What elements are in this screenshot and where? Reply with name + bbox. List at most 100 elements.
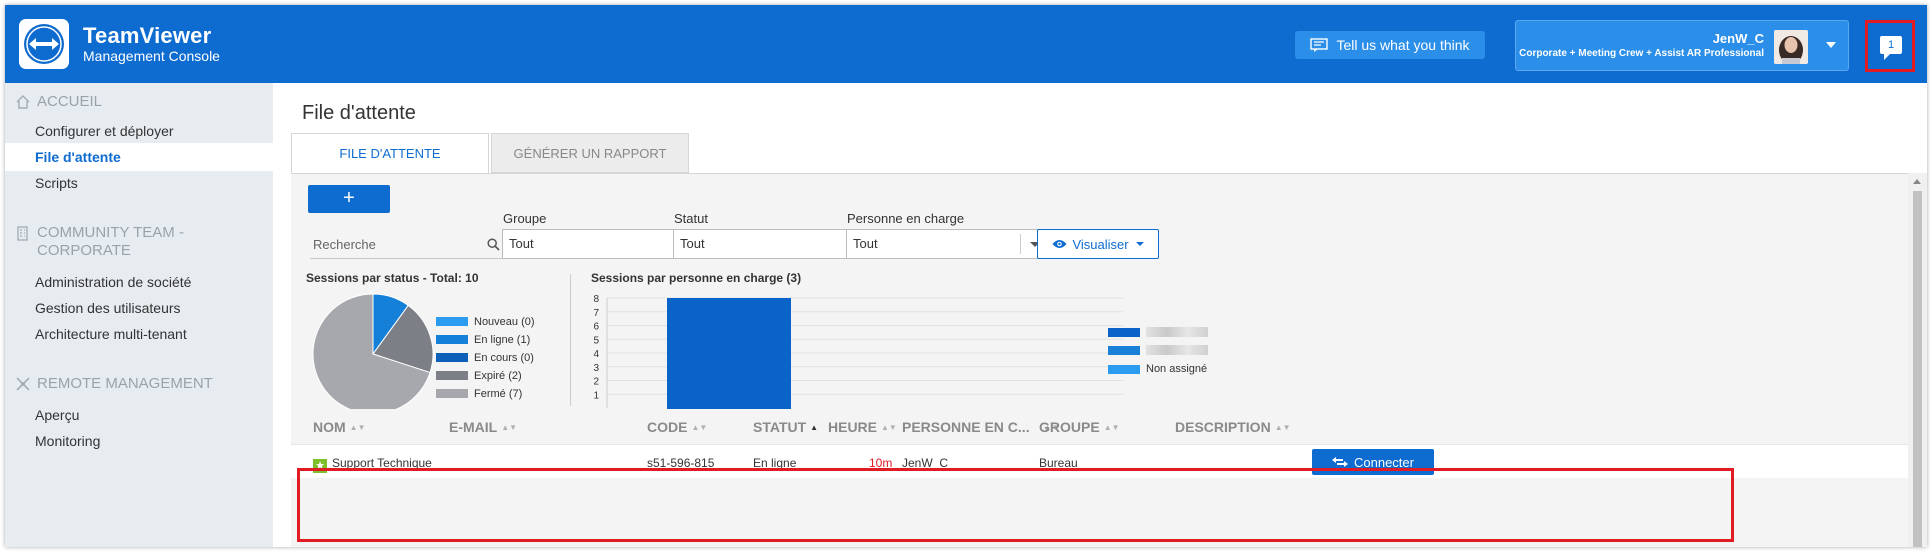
sidebar-section-community: COMMUNITY TEAM - CORPORATE bbox=[15, 224, 215, 260]
sort-icon: ▲▼ bbox=[349, 423, 366, 432]
pie-legend-item[interactable]: Nouveau (0) bbox=[436, 315, 535, 328]
legend-label: En cours (0) bbox=[474, 351, 534, 364]
sessions-assignee-bar-chart: 1 2 3 4 5 6 7 8 bbox=[593, 294, 1123, 412]
scrollbar-thumb[interactable] bbox=[1913, 191, 1922, 547]
column-description[interactable]: DESCRIPTION ▲▼ bbox=[1175, 419, 1291, 435]
visualiser-button[interactable]: Visualiser bbox=[1037, 229, 1159, 259]
swap-arrows-icon bbox=[1332, 457, 1348, 467]
home-icon bbox=[16, 95, 30, 109]
filter-label-groupe: Groupe bbox=[503, 211, 547, 226]
pie-legend-item[interactable]: En cours (0) bbox=[436, 351, 534, 364]
legend-label: En ligne (1) bbox=[474, 333, 531, 346]
sidebar-item-utilisateurs[interactable]: Gestion des utilisateurs bbox=[5, 294, 273, 322]
search-input[interactable]: Recherche bbox=[310, 231, 502, 259]
sort-asc-icon: ▲ bbox=[810, 423, 819, 432]
sidebar-item-multi-tenant[interactable]: Architecture multi-tenant bbox=[5, 320, 273, 348]
sort-icon: ▲▼ bbox=[501, 423, 518, 432]
y-tick-label: 7 bbox=[593, 308, 599, 319]
sort-icon: ▲▼ bbox=[1274, 423, 1291, 432]
legend-swatch bbox=[436, 371, 468, 380]
column-heure[interactable]: HEURE ▲▼ bbox=[828, 419, 897, 435]
y-tick-label: 4 bbox=[593, 349, 599, 360]
feedback-button[interactable]: Tell us what you think bbox=[1295, 31, 1485, 59]
sessions-status-pie-chart bbox=[312, 293, 434, 415]
column-nom[interactable]: NOM ▲▼ bbox=[313, 419, 366, 435]
notification-count: 1 bbox=[1887, 39, 1895, 51]
legend-label: Non assigné bbox=[1146, 363, 1208, 375]
feedback-icon bbox=[1310, 38, 1329, 52]
eye-icon bbox=[1052, 240, 1067, 248]
sidebar-item-administration[interactable]: Administration de société bbox=[5, 268, 273, 296]
legend-swatch bbox=[1108, 345, 1140, 355]
sidebar-item-configurer[interactable]: Configurer et déployer bbox=[5, 117, 273, 145]
sidebar-item-scripts[interactable]: Scripts bbox=[5, 169, 273, 197]
teamviewer-logo-icon[interactable] bbox=[19, 19, 69, 69]
y-tick-label: 1 bbox=[593, 390, 599, 401]
tab-file-attente[interactable]: FILE D'ATTENTE bbox=[291, 133, 489, 173]
search-icon[interactable] bbox=[487, 238, 500, 251]
column-personne[interactable]: PERSONNE EN C... ▲▼ bbox=[902, 419, 1059, 435]
chevron-down-icon[interactable] bbox=[1826, 42, 1836, 48]
avatar[interactable] bbox=[1774, 30, 1808, 64]
legend-swatch bbox=[1108, 327, 1140, 337]
feedback-label: Tell us what you think bbox=[1336, 37, 1470, 53]
column-code[interactable]: CODE ▲▼ bbox=[647, 419, 707, 435]
brand-title: TeamViewer bbox=[83, 23, 212, 48]
column-groupe[interactable]: GROUPE ▲▼ bbox=[1039, 419, 1120, 435]
sidebar-section-remote: REMOTE MANAGEMENT bbox=[15, 375, 213, 392]
brand-subtitle: Management Console bbox=[83, 48, 220, 64]
top-header: TeamViewer Management Console Tell us wh… bbox=[5, 5, 1927, 83]
sidebar-item-file-attente[interactable]: File d'attente bbox=[5, 143, 273, 171]
legend-label: Expiré (2) bbox=[474, 369, 522, 382]
filter-label-statut: Statut bbox=[674, 211, 708, 226]
bar[interactable] bbox=[667, 298, 791, 412]
table-header: NOM ▲▼ E-MAIL ▲▼ CODE ▲▼ STATUT ▲ HEURE ▲▼ PE… bbox=[291, 409, 1908, 443]
sidebar-item-monitoring[interactable]: Monitoring bbox=[5, 427, 273, 455]
pie-chart-title: Sessions par status - Total: 10 bbox=[306, 271, 479, 285]
y-tick-label: 3 bbox=[593, 363, 599, 374]
column-email[interactable]: E-MAIL ▲▼ bbox=[449, 419, 517, 435]
sort-icon: ▲▼ bbox=[881, 423, 897, 432]
sort-icon: ▲▼ bbox=[691, 423, 708, 432]
bar-legend-item[interactable] bbox=[1108, 345, 1208, 355]
app-window: TeamViewer Management Console Tell us wh… bbox=[5, 5, 1927, 547]
y-tick-label: 5 bbox=[593, 335, 599, 346]
legend-label: Nouveau (0) bbox=[474, 315, 535, 328]
redacted-name bbox=[1146, 327, 1208, 337]
building-icon bbox=[17, 226, 28, 241]
filter-label-personne: Personne en charge bbox=[847, 211, 965, 226]
redacted-name bbox=[1146, 345, 1208, 355]
brand: TeamViewer Management Console bbox=[83, 25, 220, 65]
add-session-button[interactable]: + bbox=[308, 185, 390, 213]
page-title: File d'attente bbox=[302, 102, 416, 124]
scrollbar[interactable] bbox=[1908, 173, 1927, 547]
pie-legend-item[interactable]: En ligne (1) bbox=[436, 333, 530, 346]
pie-legend-item[interactable]: Expiré (2) bbox=[436, 369, 522, 382]
pie-legend-item[interactable]: Fermé (7) bbox=[436, 387, 522, 400]
sidebar: ACCUEIL Configurer et déployer File d'at… bbox=[5, 83, 273, 547]
personne-select[interactable]: Tout bbox=[846, 229, 1050, 259]
legend-swatch bbox=[436, 353, 468, 362]
legend-swatch bbox=[436, 317, 468, 326]
bar-legend-item[interactable] bbox=[1108, 327, 1208, 337]
y-tick-label: 8 bbox=[593, 294, 599, 305]
y-tick-label: 6 bbox=[593, 322, 599, 333]
account-menu[interactable]: JenW_C Corporate + Meeting Crew + Assist… bbox=[1515, 20, 1849, 71]
notifications-button[interactable]: 1 bbox=[1865, 20, 1915, 72]
column-statut[interactable]: STATUT ▲ bbox=[753, 419, 818, 435]
bar-chart-title: Sessions par personne en charge (3) bbox=[591, 271, 802, 285]
sort-icon: ▲▼ bbox=[1103, 423, 1120, 432]
legend-swatch bbox=[436, 389, 468, 398]
remote-management-icon bbox=[16, 377, 30, 391]
chart-divider bbox=[570, 274, 571, 406]
chat-bubble-icon: 1 bbox=[1880, 36, 1902, 60]
legend-label: Fermé (7) bbox=[474, 387, 523, 400]
sidebar-item-apercu[interactable]: Aperçu bbox=[5, 401, 273, 429]
y-tick-label: 2 bbox=[593, 377, 599, 388]
scroll-up-icon[interactable] bbox=[1913, 179, 1921, 184]
bar-legend-item[interactable]: Non assigné bbox=[1108, 363, 1207, 375]
legend-swatch bbox=[1108, 364, 1140, 374]
chevron-down-icon bbox=[1135, 242, 1144, 246]
tab-generer-rapport[interactable]: GÉNÉRER UN RAPPORT bbox=[491, 133, 689, 173]
license-label: Corporate + Meeting Crew + Assist AR Pro… bbox=[1519, 48, 1764, 59]
